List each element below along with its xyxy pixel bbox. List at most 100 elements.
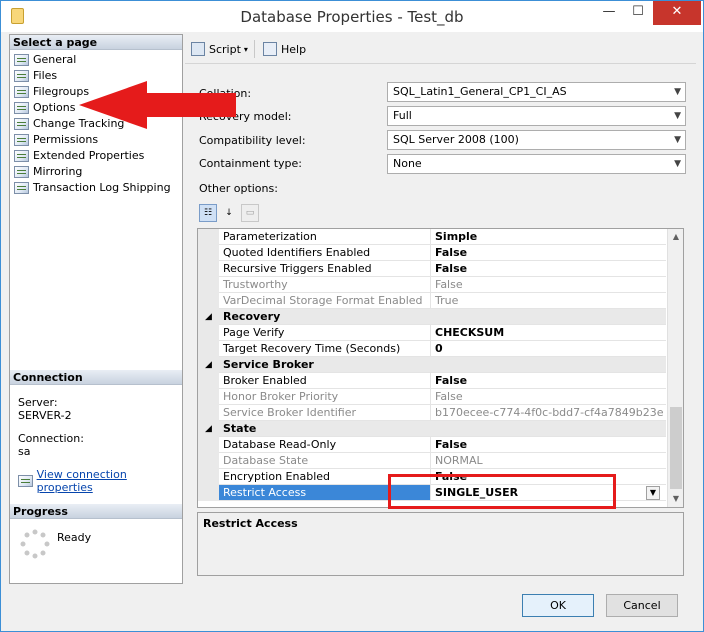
grid-row-trustworthy[interactable]: Trustworthy False [198,277,666,293]
scroll-thumb[interactable] [670,407,682,489]
sort-alphabetical-icon[interactable]: ↓ [220,204,238,222]
property-grid[interactable]: Parameterization Simple Quoted Identifiers… [197,228,684,508]
progress-header: Progress [10,504,182,519]
page-item-label: Mirroring [33,165,83,178]
property-value[interactable]: False [431,373,666,388]
page-item-permissions[interactable]: Permissions [14,132,98,147]
grid-category-service-broker[interactable]: ◢ Service Broker [198,357,666,373]
property-value[interactable]: True [431,293,666,308]
page-item-label: Extended Properties [33,149,145,162]
select-page-header: Select a page [10,35,182,50]
page-item-label: Permissions [33,133,99,146]
property-pages-icon[interactable]: ▭ [241,204,259,222]
script-dropdown-icon[interactable]: ▾ [244,45,248,54]
page-item-label: Files [33,69,58,82]
page-icon [14,149,29,162]
grid-row-recursive-triggers-enabled[interactable]: Recursive Triggers Enabled False [198,261,666,277]
property-value[interactable]: b170ecee-c774-4f0c-bdd7-cf4a7849b23e [431,405,666,420]
row-gutter [198,341,219,357]
compatibility-level-label: Compatibility level: [199,134,306,147]
collapse-icon[interactable]: ◢ [198,421,219,437]
value-dropdown-icon[interactable]: ▼ [646,486,660,500]
row-gutter [198,389,219,405]
grid-row-quoted-identifiers-enabled[interactable]: Quoted Identifiers Enabled False [198,245,666,261]
row-gutter [198,325,219,341]
page-item-extended-properties[interactable]: Extended Properties [14,148,144,163]
compatibility-level-value: SQL Server 2008 (100) [393,133,519,146]
script-label: Script [209,42,241,56]
page-icon [14,117,29,130]
row-gutter [198,485,219,501]
property-value[interactable]: False [431,261,666,276]
property-value[interactable]: CHECKSUM [431,325,666,340]
minimize-button[interactable]: — [595,1,623,25]
collation-select[interactable]: SQL_Latin1_General_CP1_CI_AS ▼ [387,82,686,102]
category-label: Service Broker [223,358,314,371]
property-name: Service Broker Identifier [219,405,431,420]
row-gutter [198,469,219,485]
row-gutter [198,373,219,389]
page-icon [14,165,29,178]
property-name: Database Read-Only [219,437,431,452]
compatibility-level-select[interactable]: SQL Server 2008 (100) ▼ [387,130,686,150]
server-value: SERVER-2 [18,409,72,422]
grid-row-database-state[interactable]: Database State NORMAL [198,453,666,469]
chevron-down-icon: ▼ [674,135,681,145]
property-name: Target Recovery Time (Seconds) [219,341,431,356]
close-button[interactable]: ✕ [653,1,701,25]
row-gutter [198,245,219,261]
scroll-down-icon[interactable]: ▼ [668,491,683,507]
page-item-options[interactable]: Options [14,100,75,115]
page-item-filegroups[interactable]: Filegroups [14,84,89,99]
property-name: Trustworthy [219,277,431,292]
row-gutter [198,277,219,293]
grid-row-database-read-only[interactable]: Database Read-Only False [198,437,666,453]
page-item-general[interactable]: General [14,52,76,67]
grid-category-state[interactable]: ◢ State [198,421,666,437]
maximize-button[interactable]: ☐ [625,1,651,25]
cancel-button[interactable]: Cancel [606,594,678,617]
recovery-model-value: Full [393,109,412,122]
toolbar: Script ▾ Help [185,34,696,64]
grid-category-recovery[interactable]: ◢ Recovery [198,309,666,325]
containment-type-select[interactable]: None ▼ [387,154,686,174]
property-value[interactable]: 0 [431,341,666,356]
chevron-down-icon: ▼ [674,87,681,97]
property-name: Database State [219,453,431,468]
page-item-transaction-log-shipping[interactable]: Transaction Log Shipping [14,180,171,195]
property-value[interactable]: False [431,245,666,260]
script-button[interactable]: Script ▾ [191,41,248,57]
property-name: VarDecimal Storage Format Enabled [219,293,431,308]
collapse-icon[interactable]: ◢ [198,357,219,373]
view-connection-properties-link[interactable]: View connection properties [37,468,182,494]
property-description: Restrict Access [197,512,684,576]
property-value[interactable]: False [431,389,666,404]
property-value[interactable]: False [431,277,666,292]
connection-value: sa [18,445,31,458]
recovery-model-select[interactable]: Full ▼ [387,106,686,126]
grid-scrollbar[interactable]: ▲ ▼ [667,229,683,507]
ok-button[interactable]: OK [522,594,594,617]
grid-row-target-recovery-time-seconds[interactable]: Target Recovery Time (Seconds) 0 [198,341,666,357]
script-icon [191,42,205,56]
categorized-icon[interactable]: ☷ [199,204,217,222]
page-icon [14,85,29,98]
collapse-icon[interactable]: ◢ [198,309,219,325]
view-connection-properties[interactable]: View connection properties [18,468,182,494]
grid-row-broker-enabled[interactable]: Broker Enabled False [198,373,666,389]
property-value[interactable]: NORMAL [431,453,666,468]
grid-row-parameterization[interactable]: Parameterization Simple [198,229,666,245]
row-gutter [198,453,219,469]
help-button[interactable]: Help [263,41,306,57]
property-value[interactable]: Simple [431,229,666,244]
highlight-box-annotation [388,474,616,509]
grid-row-honor-broker-priority[interactable]: Honor Broker Priority False [198,389,666,405]
scroll-up-icon[interactable]: ▲ [668,229,683,245]
property-name: Quoted Identifiers Enabled [219,245,431,260]
property-value[interactable]: False [431,437,666,452]
page-item-mirroring[interactable]: Mirroring [14,164,82,179]
grid-row-service-broker-identifier[interactable]: Service Broker Identifier b170ecee-c774-4… [198,405,666,421]
grid-row-page-verify[interactable]: Page Verify CHECKSUM [198,325,666,341]
grid-row-vardecimal-storage-format-enabled[interactable]: VarDecimal Storage Format Enabled True [198,293,666,309]
page-item-files[interactable]: Files [14,68,57,83]
